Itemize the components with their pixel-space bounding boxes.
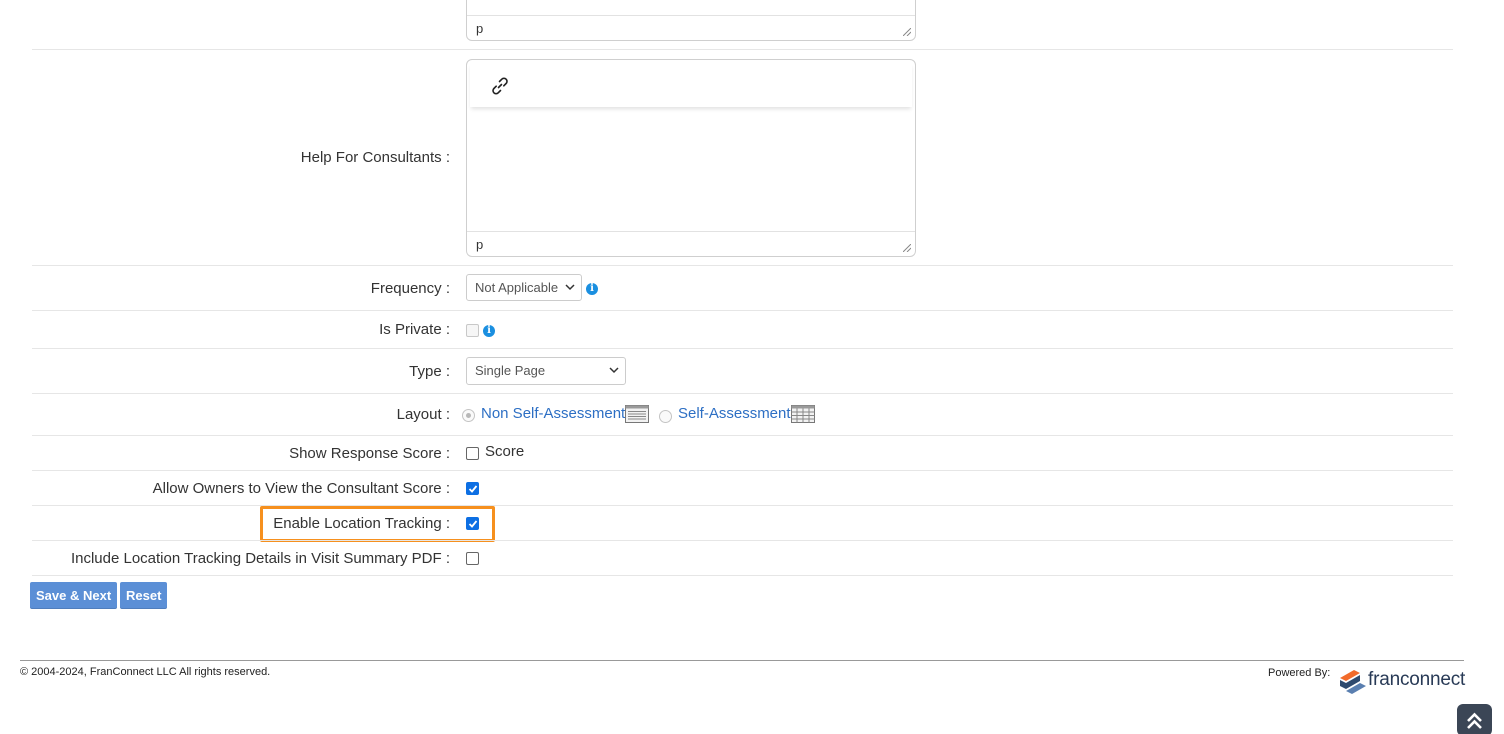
info-icon[interactable]: i xyxy=(586,283,598,295)
layout-radio-non-self-assessment[interactable] xyxy=(462,409,475,422)
list-layout-icon xyxy=(625,405,649,423)
description-editor[interactable]: p xyxy=(466,0,916,41)
layout-radio-self-assessment[interactable] xyxy=(659,410,672,423)
resize-handle-icon[interactable] xyxy=(903,244,911,252)
allow-owners-checkbox[interactable] xyxy=(466,482,479,495)
resize-handle-icon[interactable] xyxy=(903,28,911,36)
allow-owners-label: Allow Owners to View the Consultant Scor… xyxy=(152,480,450,497)
frequency-select[interactable]: Not Applicable xyxy=(466,274,582,301)
link-icon[interactable] xyxy=(490,76,510,96)
double-chevron-up-icon xyxy=(1467,712,1482,729)
enable-location-tracking-label: Enable Location Tracking : xyxy=(273,515,450,532)
powered-by-label: Powered By: xyxy=(1268,667,1331,679)
editor-statusbar: p xyxy=(467,231,915,256)
editor-statusbar: p xyxy=(467,15,915,40)
layout-option-self-assessment[interactable]: Self-Assessment xyxy=(678,405,791,422)
form-page: p Help For Consultants : p Frequency : N… xyxy=(0,0,1504,734)
row-divider xyxy=(32,393,1453,394)
score-option-label: Score xyxy=(485,443,525,460)
row-divider xyxy=(32,435,1453,436)
layout-label: Layout : xyxy=(396,406,450,423)
editor-toolbar xyxy=(470,63,912,107)
save-next-button[interactable]: Save & Next xyxy=(30,582,118,609)
is-private-checkbox[interactable] xyxy=(466,324,479,337)
reset-button[interactable]: Reset xyxy=(120,582,168,609)
layout-option-non-self-assessment[interactable]: Non Self-Assessment xyxy=(481,405,625,422)
chevron-down-icon xyxy=(609,367,619,374)
frequency-selected-value: Not Applicable xyxy=(475,280,559,295)
score-checkbox[interactable] xyxy=(466,447,479,460)
row-divider xyxy=(32,470,1453,471)
row-divider xyxy=(32,348,1453,349)
help-for-consultants-editor[interactable]: p xyxy=(466,59,916,257)
editor-status-tag: p xyxy=(476,21,484,36)
enable-location-tracking-checkbox[interactable] xyxy=(466,517,479,530)
grid-layout-icon xyxy=(791,405,815,423)
editor-status-tag: p xyxy=(476,237,484,252)
include-location-details-checkbox[interactable] xyxy=(466,552,479,565)
row-divider xyxy=(32,49,1453,50)
type-select[interactable]: Single Page xyxy=(466,357,626,385)
row-divider xyxy=(32,575,1453,576)
help-for-consultants-label: Help For Consultants : xyxy=(300,149,450,166)
franconnect-logo[interactable]: franconnect xyxy=(1338,664,1466,696)
row-divider xyxy=(32,265,1453,266)
type-selected-value: Single Page xyxy=(475,363,546,378)
include-location-details-label: Include Location Tracking Details in Vis… xyxy=(70,550,450,567)
row-divider xyxy=(32,310,1453,311)
scroll-to-top-button[interactable] xyxy=(1457,704,1492,734)
franconnect-logo-mark xyxy=(1340,670,1366,694)
chevron-down-icon xyxy=(565,284,575,291)
is-private-label: Is Private : xyxy=(379,321,450,338)
type-label: Type : xyxy=(409,363,450,380)
franconnect-logo-text: franconnect xyxy=(1368,669,1466,690)
info-icon[interactable]: i xyxy=(483,325,495,337)
row-divider xyxy=(32,505,1453,506)
footer-divider xyxy=(20,660,1464,661)
show-response-score-label: Show Response Score : xyxy=(289,445,450,462)
copyright-text: © 2004-2024, FranConnect LLC All rights … xyxy=(20,666,271,678)
frequency-label: Frequency : xyxy=(370,280,450,297)
row-divider xyxy=(32,540,1453,541)
